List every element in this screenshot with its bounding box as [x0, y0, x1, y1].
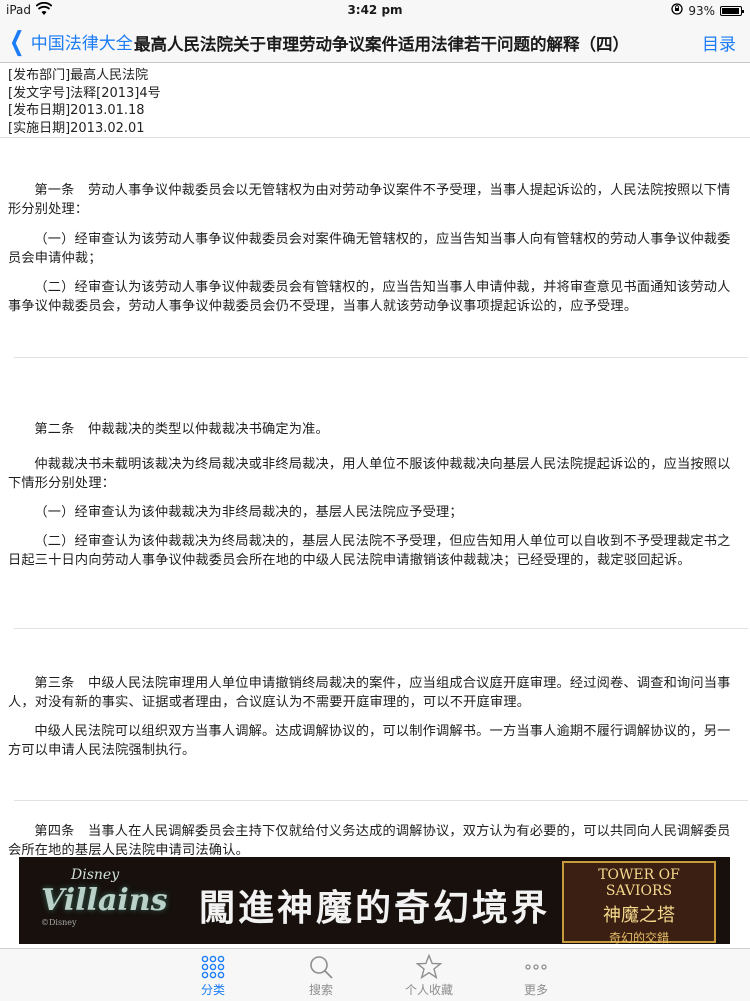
ad-game-subtitle: 奇幻的交錯: [608, 931, 669, 944]
ad-brand-small: Disney: [71, 867, 120, 883]
divider: [14, 357, 748, 358]
meta-effective-date: [实施日期]2013.02.01: [8, 120, 145, 136]
chevron-left-icon: ❮: [9, 26, 25, 57]
tab-label: 搜索: [308, 983, 333, 997]
meta-publish-date: [发布日期]2013.01.18: [8, 103, 145, 118]
toc-button[interactable]: 目录: [702, 30, 736, 55]
article-1-paragraph: 第一条 劳动人事争议仲裁委员会以无管辖权为由对劳动争议案件不予受理，当事人提起诉…: [8, 183, 731, 217]
tab-label: 分类: [200, 983, 225, 997]
ad-game-title-en: TOWER OF SAVIORS: [598, 867, 680, 899]
star-icon: [389, 953, 469, 981]
article-4-paragraph: 第四条 当事人在人民调解委员会主持下仅就给付义务达成的调解协议，双方认为有必要的…: [8, 824, 731, 858]
article-3-paragraph-2: 中级人民法院可以组织双方当事人调解。达成调解协议的，可以制作调解书。一方当事人逾…: [8, 724, 731, 758]
tab-search[interactable]: 搜索: [281, 953, 361, 998]
article-3-paragraph: 第三条 中级人民法院审理用人单位申请撤销终局裁决的案件，应当组成合议庭开庭审理。…: [8, 676, 731, 710]
article-1-item-2: （二）经审查认为该劳动人事争议仲裁委员会有管辖权的，应当告知当事人申请仲裁，并将…: [8, 280, 731, 314]
battery-icon: [720, 5, 744, 16]
tab-favorites[interactable]: 个人收藏: [389, 953, 469, 998]
divider: [0, 137, 750, 138]
divider: [14, 628, 748, 629]
ad-logo: Disney Villains ©Disney: [41, 867, 167, 927]
clock: 3:42 pm: [347, 3, 403, 17]
ad-headline: 闖進神魔的奇幻境界: [199, 887, 551, 929]
battery-percent: 93%: [688, 3, 715, 18]
ad-copyright: ©Disney: [41, 918, 77, 927]
grid-icon: [173, 953, 253, 981]
search-icon: [281, 953, 361, 981]
article-2-paragraph-2: 仲裁裁决书未载明该裁决为终局裁决或非终局裁决，用人单位不服该仲裁裁决向基层人民法…: [8, 457, 731, 491]
meta-document-number: [发文字号]法释[2013]4号: [8, 85, 161, 101]
more-icon: [496, 953, 576, 981]
status-bar: iPad 3:42 pm 93%: [0, 0, 750, 22]
tab-label: 更多: [523, 983, 548, 997]
article-2-item-1: （一）经审查认为该仲裁裁决为非终局裁决的，基层人民法院应予受理；: [34, 505, 463, 520]
article-2-item-2: （二）经审查认为该仲裁裁决为终局裁决的，基层人民法院不予受理，但应告知用人单位可…: [8, 534, 731, 568]
back-button[interactable]: ❮ 中国法律大全: [6, 26, 133, 57]
orientation-lock-icon: [671, 3, 683, 18]
ad-banner[interactable]: Disney Villains ©Disney 闖進神魔的奇幻境界 TOWER …: [19, 857, 730, 944]
meta-department: [发布部门]最高人民法院: [8, 68, 149, 83]
ad-game-logo: TOWER OF SAVIORS 神魔之塔 奇幻的交錯: [562, 861, 716, 944]
back-button-label: 中国法律大全: [30, 34, 133, 54]
tab-categories[interactable]: 分类: [173, 953, 253, 998]
divider: [14, 800, 748, 801]
ad-brand-big: Villains: [41, 883, 168, 918]
article-2-paragraph: 第二条 仲裁裁决的类型以仲裁裁决书确定为准。: [34, 422, 329, 437]
navigation-bar: ❮ 中国法律大全 最高人民法院关于审理劳动争议案件适用法律若干问题的解释（四） …: [0, 22, 750, 63]
page-title: 最高人民法院关于审理劳动争议案件适用法律若干问题的解释（四）: [134, 35, 629, 54]
document-meta: [发布部门]最高人民法院 [发文字号]法释[2013]4号 [发布日期]2013…: [8, 67, 161, 137]
article-1-item-1: （一）经审查认为该劳动人事争议仲裁委员会对案件确无管辖权的，应当告知当事人向有管…: [8, 232, 731, 266]
tab-label: 个人收藏: [404, 983, 453, 997]
tab-bar: 分类 搜索 个人收藏 更多: [0, 948, 750, 1001]
tab-more[interactable]: 更多: [496, 953, 576, 998]
ad-game-title-cn: 神魔之塔: [603, 905, 675, 926]
